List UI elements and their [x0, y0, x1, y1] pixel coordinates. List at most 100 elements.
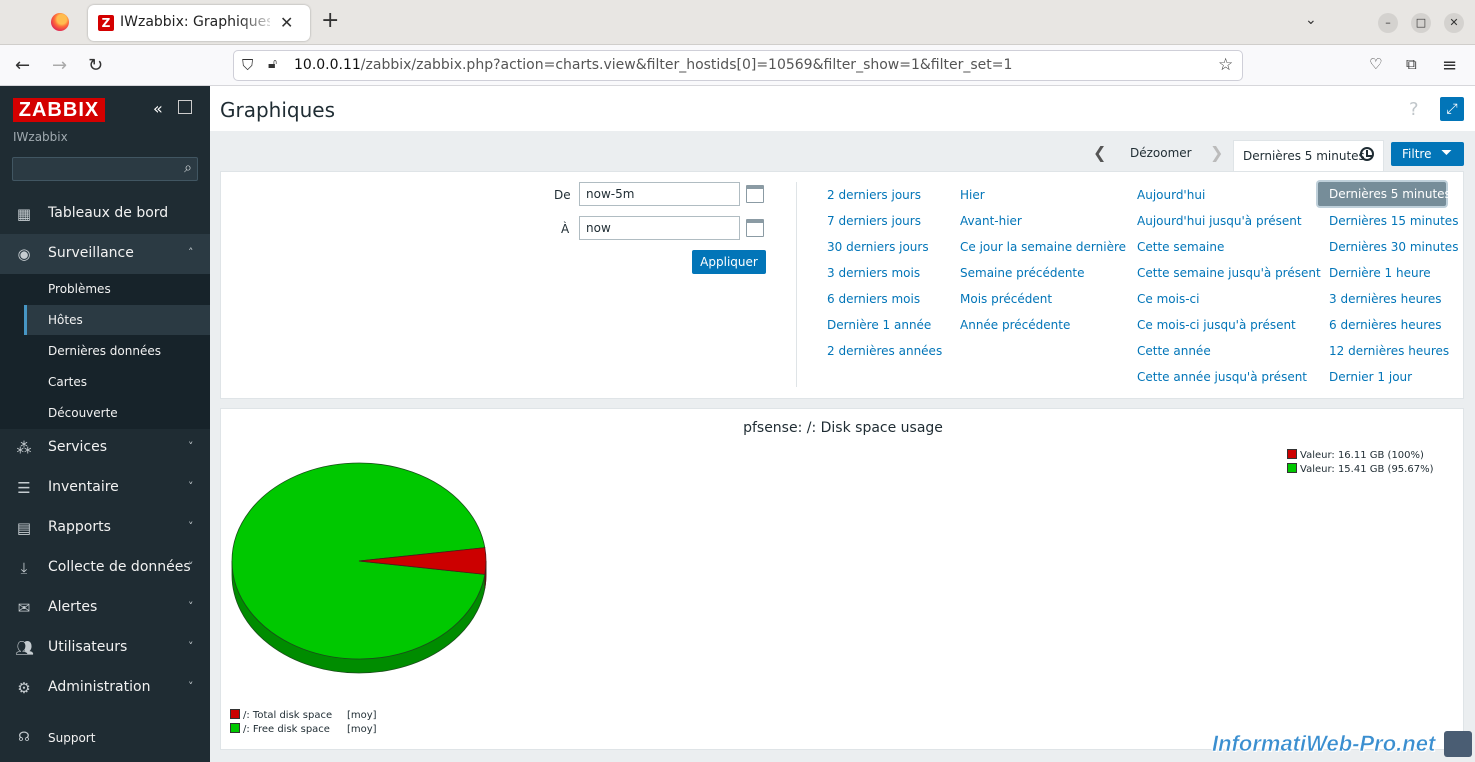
menu-item-reports[interactable]: ▤ Rapports ˅	[0, 508, 210, 548]
chevron-down-icon: ˅	[188, 680, 194, 693]
menu-item-support[interactable]: ☊ Support	[0, 718, 210, 758]
calendar-icon[interactable]	[746, 219, 764, 237]
menu-label: Inventaire	[48, 479, 119, 495]
legend-value: Valeur: 16.11 GB (100%)	[1300, 450, 1424, 461]
quick-range-link[interactable]: Dernière 1 heure	[1329, 266, 1431, 280]
quick-range-link[interactable]: 30 derniers jours	[827, 240, 929, 254]
menu-label: Utilisateurs	[48, 639, 128, 655]
quick-range-link[interactable]: Dernières 15 minutes	[1329, 214, 1458, 228]
browser-navigation-bar: ← → ↻ ⛉ 🔓︎ 10.0.0.11/zabbix/zabbix.php?a…	[0, 45, 1475, 86]
previous-period-icon[interactable]: ❮	[1093, 143, 1106, 162]
legend-swatch-red	[230, 709, 240, 719]
zabbix-logo[interactable]: ZABBIX	[13, 98, 105, 122]
quick-range-link[interactable]: Avant-hier	[960, 214, 1022, 228]
url-host: 10.0.0.11	[294, 57, 361, 73]
tab-close-icon[interactable]: ✕	[280, 13, 293, 32]
menu-item-services[interactable]: ⁂ Services ˅	[0, 428, 210, 468]
quick-range-link[interactable]: 3 dernières heures	[1329, 292, 1442, 306]
chevron-down-icon: ˅	[188, 560, 194, 573]
firefox-icon[interactable]	[51, 13, 69, 31]
kiosk-mode-icon[interactable]	[178, 100, 192, 114]
url-bar[interactable]: ⛉ 🔓︎ 10.0.0.11/zabbix/zabbix.php?action=…	[233, 50, 1243, 81]
maximize-window-icon[interactable]: □	[1411, 13, 1431, 33]
submenu-item-hosts[interactable]: Hôtes	[24, 305, 210, 335]
quick-range-link[interactable]: Semaine précédente	[960, 266, 1085, 280]
quick-range-link[interactable]: 12 dernières heures	[1329, 344, 1449, 358]
browser-tab[interactable]: Z IWzabbix: Graphiques per ✕	[88, 5, 310, 41]
submenu-item-latest-data[interactable]: Dernières données	[24, 336, 210, 366]
fullscreen-button[interactable]: ⤢	[1440, 97, 1464, 121]
quick-range-link[interactable]: Dernières 30 minutes	[1329, 240, 1458, 254]
menu-item-surveillance[interactable]: ◉ Surveillance ˄	[0, 234, 210, 274]
time-period-tab[interactable]: Dernières 5 minutes	[1233, 140, 1384, 171]
quick-range-selected[interactable]: Dernières 5 minutes	[1318, 182, 1451, 206]
quick-range-link[interactable]: 3 derniers mois	[827, 266, 920, 280]
legend-value: Valeur: 15.41 GB (95.67%)	[1300, 464, 1434, 475]
quick-range-link[interactable]: 2 dernières années	[827, 344, 942, 358]
page-header: Graphiques ? ⤢	[210, 86, 1475, 131]
tab-list-chevron-icon[interactable]: ⌄	[1305, 12, 1317, 28]
menu-item-dashboards[interactable]: ▦ Tableaux de bord	[0, 194, 210, 234]
bookmark-star-icon[interactable]: ☆	[1218, 55, 1233, 75]
quick-range-link[interactable]: Aujourd'hui	[1137, 188, 1205, 202]
menu-item-data-collection[interactable]: ⤓ Collecte de données ˅	[0, 548, 210, 588]
quick-range-link[interactable]: Année précédente	[960, 318, 1070, 332]
help-icon[interactable]: ?	[1409, 99, 1419, 120]
menu-hamburger-icon[interactable]: ≡	[1442, 55, 1457, 76]
zoom-out-button[interactable]: Dézoomer	[1130, 146, 1192, 160]
quick-range-link[interactable]: Cette semaine	[1137, 240, 1224, 254]
menu-item-administration[interactable]: ⚙ Administration ˅	[0, 668, 210, 708]
new-tab-button[interactable]: +	[321, 9, 339, 33]
quick-range-link[interactable]: 7 derniers jours	[827, 214, 921, 228]
filter-label: Filtre	[1402, 147, 1432, 161]
quick-range-link[interactable]: Hier	[960, 188, 985, 202]
chevron-up-icon: ˄	[188, 246, 194, 259]
menu-item-inventory[interactable]: ☰ Inventaire ˅	[0, 468, 210, 508]
quick-range-link[interactable]: Mois précédent	[960, 292, 1052, 306]
minimize-window-icon[interactable]: –	[1378, 13, 1398, 33]
quick-range-link[interactable]: Ce jour la semaine dernière	[960, 240, 1126, 254]
calendar-icon[interactable]	[746, 185, 764, 203]
url-text[interactable]: 10.0.0.11/zabbix/zabbix.php?action=chart…	[294, 57, 1012, 73]
quick-range-link[interactable]: Dernière 1 année	[827, 318, 931, 332]
quick-range-link[interactable]: Aujourd'hui jusqu'à présent	[1137, 214, 1302, 228]
legend-top-item-total: Valeur: 16.11 GB (100%)	[1287, 449, 1424, 461]
quick-range-link[interactable]: 2 derniers jours	[827, 188, 921, 202]
extensions-icon[interactable]: ⧉	[1406, 55, 1417, 73]
pocket-icon[interactable]: ♡	[1369, 55, 1382, 73]
quick-range-link[interactable]: 6 derniers mois	[827, 292, 920, 306]
from-input[interactable]: now-5m	[579, 182, 740, 206]
close-window-icon[interactable]: ✕	[1444, 13, 1464, 33]
back-arrow-icon[interactable]: ←	[15, 55, 30, 76]
shield-icon[interactable]: ⛉	[242, 56, 253, 74]
menu-item-users[interactable]: 👥︎ Utilisateurs ˅	[0, 628, 210, 668]
quick-range-link[interactable]: Dernier 1 jour	[1329, 370, 1412, 384]
page-title: Graphiques	[220, 98, 335, 122]
alerts-icon: ✉	[17, 599, 31, 617]
to-input[interactable]: now	[579, 216, 740, 240]
filter-button[interactable]: Filtre ⏷	[1391, 142, 1464, 166]
submenu-item-discovery[interactable]: Découverte	[24, 398, 210, 428]
server-name: IWzabbix	[13, 130, 68, 144]
collapse-sidebar-icon[interactable]: «	[153, 99, 163, 118]
quick-range-link[interactable]: 6 dernières heures	[1329, 318, 1442, 332]
quick-range-link[interactable]: Ce mois-ci	[1137, 292, 1199, 306]
quick-range-link[interactable]: Cette année jusqu'à présent	[1137, 370, 1307, 384]
quick-range-link[interactable]: Ce mois-ci jusqu'à présent	[1137, 318, 1296, 332]
time-selector-bar: ❮ Dézoomer ❯ Dernières 5 minutes Filtre …	[210, 131, 1475, 171]
chevron-down-icon: ˅	[188, 520, 194, 533]
next-period-icon[interactable]: ❯	[1210, 143, 1223, 162]
quick-range-link[interactable]: Cette semaine jusqu'à présent	[1137, 266, 1321, 280]
apply-button[interactable]: Appliquer	[692, 250, 766, 274]
chevron-down-icon: ˅	[188, 440, 194, 453]
quick-range-link[interactable]: Cette année	[1137, 344, 1211, 358]
menu-item-alerts[interactable]: ✉ Alertes ˅	[0, 588, 210, 628]
search-icon[interactable]: ⌕	[184, 160, 192, 176]
search-input[interactable]: ⌕	[12, 157, 198, 181]
graph-panel: pfsense: /: Disk space usage Valeur: 16.…	[220, 408, 1464, 750]
submenu-item-problems[interactable]: Problèmes	[24, 274, 210, 304]
forward-arrow-icon[interactable]: →	[52, 55, 67, 76]
insecure-lock-icon[interactable]: 🔓︎	[268, 56, 277, 72]
reload-icon[interactable]: ↻	[88, 55, 103, 76]
submenu-item-maps[interactable]: Cartes	[24, 367, 210, 397]
